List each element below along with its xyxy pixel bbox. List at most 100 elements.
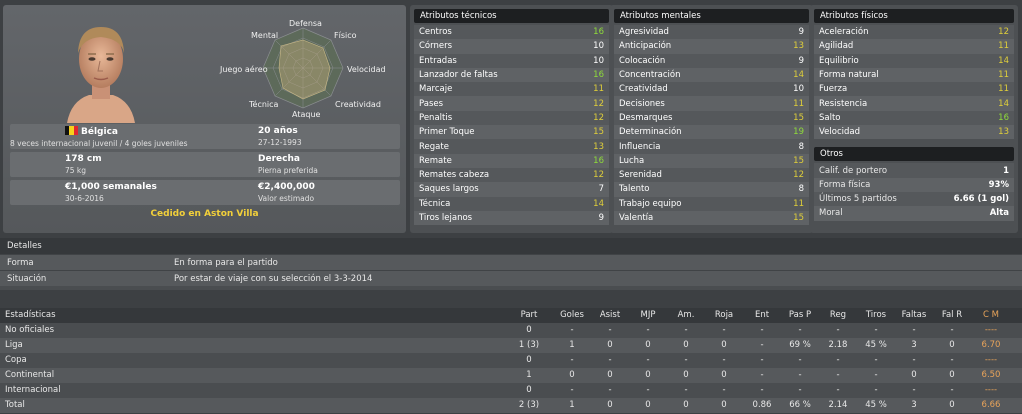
physical-attribute-row[interactable]: Aceleración 12 <box>814 25 1014 40</box>
statistics-cell: 66 % <box>789 400 811 410</box>
statistics-column-header[interactable]: MJP <box>629 308 667 323</box>
technical-attribute-row[interactable]: Lanzador de faltas 16 <box>414 67 609 83</box>
statistics-row[interactable]: Copa 0- - - - - - - - - - - ---- <box>0 353 1022 368</box>
statistics-column-header[interactable]: Asist <box>591 308 629 323</box>
age: 20 años <box>258 126 298 136</box>
physical-attribute-row[interactable]: Resistencia 14 <box>814 96 1014 111</box>
otros-row: Forma física 93% <box>814 177 1014 192</box>
statistics-cell: - <box>608 355 612 365</box>
technical-attribute-row[interactable]: Córners 10 <box>414 39 609 54</box>
statistics-competition: Liga <box>5 340 23 350</box>
technical-attribute-row[interactable]: Marcaje 11 <box>414 82 609 97</box>
technical-attribute-value: 16 <box>593 27 604 38</box>
statistics-column-header[interactable]: Reg <box>819 308 857 323</box>
statistics-table: Estadísticas Part Goles Asist MJP Am. Roja Ent… <box>0 308 1022 414</box>
technical-attribute-row[interactable]: Pases 12 <box>414 96 609 111</box>
statistics-column-header[interactable]: Faltas <box>895 308 933 323</box>
statistics-column-header[interactable]: Am. <box>667 308 705 323</box>
preferred-foot-label: Pierna preferida <box>258 166 318 175</box>
statistics-cell: - <box>684 325 688 335</box>
technical-attribute-row[interactable]: Primer Toque 15 <box>414 125 609 140</box>
mental-attribute-name: Valentía <box>619 213 654 223</box>
statistics-cell: 1 <box>569 340 575 350</box>
technical-attribute-row[interactable]: Tiros lejanos 9 <box>414 210 609 226</box>
statistics-column-header[interactable]: Ent <box>743 308 781 323</box>
physical-attribute-row[interactable]: Fuerza 11 <box>814 82 1014 97</box>
statistics-column-header[interactable]: Goles <box>553 308 591 323</box>
technical-attribute-row[interactable]: Entradas 10 <box>414 53 609 68</box>
technical-attribute-row[interactable]: Penaltis 12 <box>414 110 609 126</box>
mental-attribute-row[interactable]: Lucha 15 <box>614 153 809 168</box>
statistics-cell: - <box>950 325 954 335</box>
otros-name: Calif. de portero <box>819 165 888 176</box>
mental-attribute-value: 11 <box>793 98 804 109</box>
statistics-column-header[interactable]: Fal R <box>933 308 971 323</box>
mental-attribute-row[interactable]: Determinación 19 <box>614 125 809 140</box>
physical-attribute-value: 11 <box>998 84 1009 95</box>
physical-attribute-value: 11 <box>998 70 1009 81</box>
contract-end: 30-6-2016 <box>65 194 104 203</box>
mental-attribute-row[interactable]: Colocación 9 <box>614 53 809 68</box>
technical-attribute-value: 9 <box>598 213 604 223</box>
technical-attribute-row[interactable]: Saques largos 7 <box>414 182 609 197</box>
technical-attribute-row[interactable]: Remates cabeza 12 <box>414 167 609 183</box>
mental-attribute-row[interactable]: Valentía 15 <box>614 210 809 226</box>
physical-attribute-row[interactable]: Agilidad 11 <box>814 39 1014 54</box>
technical-attribute-row[interactable]: Técnica 14 <box>414 196 609 211</box>
statistics-cell: 0 <box>607 370 613 380</box>
radar-label-velocidad: Velocidad <box>347 65 386 74</box>
physical-attribute-row[interactable]: Forma natural 11 <box>814 67 1014 83</box>
mental-attribute-row[interactable]: Decisiones 11 <box>614 96 809 111</box>
player-profile-panel: Defensa Físico Velocidad Creatividad Ata… <box>3 5 406 233</box>
loan-status[interactable]: Cedido en Aston Villa <box>3 209 406 219</box>
mental-attribute-row[interactable]: Serenidad 12 <box>614 167 809 183</box>
technical-attribute-row[interactable]: Centros 16 <box>414 25 609 40</box>
mental-attribute-value: 19 <box>793 127 804 138</box>
statistics-cell: - <box>798 385 802 395</box>
statistics-cell: 3 <box>911 340 917 350</box>
statistics-column-header[interactable]: Roja <box>705 308 743 323</box>
statistics-row[interactable]: Total 2 (3) 1 0 0 0 0 0.86 66 % 2.14 45 % 3 0 6.66 <box>0 398 1022 413</box>
technical-attribute-value: 11 <box>593 84 604 95</box>
physical-attribute-name: Fuerza <box>819 84 848 95</box>
physical-attribute-row[interactable]: Salto 16 <box>814 110 1014 126</box>
technical-attribute-value: 16 <box>593 70 604 81</box>
mental-attribute-row[interactable]: Trabajo equipo 11 <box>614 196 809 211</box>
statistics-cell: 0 <box>645 340 651 350</box>
technical-attribute-name: Primer Toque <box>419 127 475 138</box>
mental-attribute-row[interactable]: Anticipación 13 <box>614 39 809 54</box>
technical-attribute-row[interactable]: Remate 16 <box>414 153 609 168</box>
technical-attribute-row[interactable]: Regate 13 <box>414 139 609 154</box>
physical-attribute-value: 13 <box>998 127 1009 138</box>
radar-label-fisico: Físico <box>334 31 357 40</box>
statistics-row[interactable]: Liga 1 (3) 1 0 0 0 0 - 69 % 2.18 45 % 3 0 6.70 <box>0 338 1022 353</box>
statistics-row[interactable]: No oficiales 0- - - - - - - - - - - ---- <box>0 323 1022 338</box>
mental-attribute-row[interactable]: Agresividad 9 <box>614 25 809 40</box>
mental-attribute-row[interactable]: Influencia 8 <box>614 139 809 154</box>
statistics-cell: 0 <box>526 355 532 365</box>
statistics-column-header[interactable]: Tiros <box>857 308 895 323</box>
technical-attribute-name: Lanzador de faltas <box>419 70 498 81</box>
physical-attributes-header: Atributos físicos <box>814 9 1014 23</box>
mental-attribute-row[interactable]: Talento 8 <box>614 182 809 197</box>
physical-attribute-name: Aceleración <box>819 27 869 38</box>
statistics-row[interactable]: Internacional 0- - - - - - - - - - - ---- <box>0 383 1022 398</box>
mental-attribute-value: 13 <box>793 41 804 52</box>
statistics-cell: - <box>760 385 764 395</box>
player-face-image <box>67 27 135 123</box>
physical-attribute-row[interactable]: Velocidad 13 <box>814 125 1014 140</box>
statistics-column-header[interactable]: C M <box>971 308 1011 323</box>
mental-attribute-row[interactable]: Desmarques 15 <box>614 110 809 126</box>
statistics-cell: - <box>570 325 574 335</box>
statistics-cell: 0 <box>911 370 917 380</box>
wage: €1,000 semanales <box>65 182 157 192</box>
statistics-cell: - <box>798 370 802 380</box>
statistics-column-header[interactable]: Part <box>505 308 553 323</box>
statistics-column-header[interactable]: Pas P <box>781 308 819 323</box>
statistics-row[interactable]: Continental 1 0 0 0 0 0 - - - - 0 0 6.50 <box>0 368 1022 383</box>
mental-attribute-row[interactable]: Concentración 14 <box>614 67 809 83</box>
mental-attribute-row[interactable]: Creatividad 10 <box>614 82 809 97</box>
statistics-cell: 0 <box>607 400 613 410</box>
statistics-cell: - <box>684 355 688 365</box>
physical-attribute-row[interactable]: Equilibrio 14 <box>814 53 1014 68</box>
